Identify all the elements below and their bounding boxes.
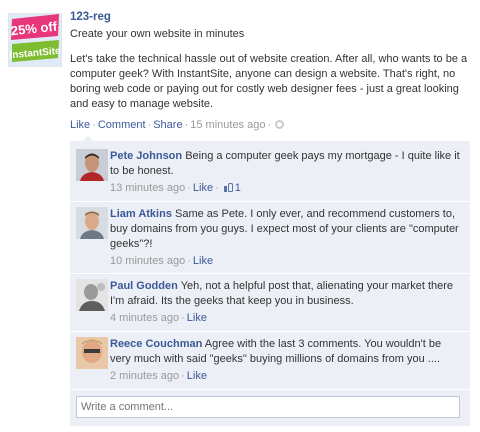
post-comment-link[interactable]: Comment	[98, 119, 146, 131]
comment-item: Pete Johnson Being a computer geek pays …	[70, 144, 470, 202]
comment-like-link[interactable]: Like	[187, 370, 207, 382]
commenter-avatar[interactable]	[76, 337, 108, 369]
separator: ·	[187, 182, 191, 194]
person-photo-icon	[76, 279, 108, 311]
comment-meta: 13 minutes ago · Like · 1	[110, 181, 462, 195]
write-comment-input[interactable]	[76, 396, 460, 418]
commenter-avatar[interactable]	[76, 149, 108, 181]
comment-like-link[interactable]: Like	[193, 255, 213, 267]
separator: ·	[187, 255, 191, 267]
commenter-avatar[interactable]	[76, 207, 108, 239]
person-photo-icon	[76, 149, 108, 181]
comment-timestamp[interactable]: 13 minutes ago	[110, 182, 185, 194]
page-avatar[interactable]: 25% off InstantSite	[8, 13, 62, 67]
comment-timestamp[interactable]: 2 minutes ago	[110, 370, 179, 382]
caret-up-icon	[83, 136, 93, 141]
post-actions: Like · Comment · Share · 15 minutes ago ·	[70, 118, 470, 132]
comment-content: Paul Godden Yeh, not a helpful post that…	[110, 279, 462, 309]
comment-item: Reece Couchman Agree with the last 3 com…	[70, 332, 470, 390]
comment-timestamp[interactable]: 4 minutes ago	[110, 312, 179, 324]
comment-content: Liam Atkins Same as Pete. I only ever, a…	[110, 207, 462, 252]
globe-icon[interactable]	[275, 120, 285, 129]
comment-timestamp[interactable]: 10 minutes ago	[110, 255, 185, 267]
commenter-name-link[interactable]: Paul Godden	[110, 280, 178, 292]
separator: ·	[215, 182, 219, 194]
person-photo-icon	[76, 207, 108, 239]
comment-like-link[interactable]: Like	[193, 182, 213, 194]
instantsite-logo: 25% off InstantSite	[9, 14, 61, 66]
like-count-link[interactable]: 1	[221, 182, 241, 194]
thumbs-up-icon	[223, 183, 234, 192]
comment-item: Liam Atkins Same as Pete. I only ever, a…	[70, 202, 470, 274]
comment-content: Reece Couchman Agree with the last 3 com…	[110, 337, 462, 367]
post-body: 123-reg Create your own website in minut…	[70, 11, 470, 132]
commenter-avatar[interactable]	[76, 279, 108, 311]
separator: ·	[267, 119, 272, 131]
commenter-name-link[interactable]: Reece Couchman	[110, 338, 202, 350]
comment-like-link[interactable]: Like	[187, 312, 207, 324]
commenter-name-link[interactable]: Liam Atkins	[110, 208, 172, 220]
comment-meta: 10 minutes ago · Like	[110, 254, 462, 268]
poster-name-link[interactable]: 123-reg	[70, 11, 470, 23]
post-message: Let's take the technical hassle out of w…	[70, 53, 468, 110]
write-comment-area	[70, 390, 470, 426]
comment-meta: 4 minutes ago · Like	[110, 311, 462, 325]
comment-content: Pete Johnson Being a computer geek pays …	[110, 149, 462, 179]
post-title: Create your own website in minutes	[70, 28, 245, 40]
like-count: 1	[234, 182, 241, 194]
comment-section: Pete Johnson Being a computer geek pays …	[70, 136, 470, 426]
person-photo-icon	[76, 337, 108, 369]
commenter-name-link[interactable]: Pete Johnson	[110, 150, 182, 162]
post-like-link[interactable]: Like	[70, 119, 90, 131]
separator: ·	[92, 119, 96, 131]
post-share-link[interactable]: Share	[153, 119, 182, 131]
comment-item: Paul Godden Yeh, not a helpful post that…	[70, 274, 470, 332]
separator: ·	[181, 370, 185, 382]
separator: ·	[181, 312, 185, 324]
comment-meta: 2 minutes ago · Like	[110, 369, 462, 383]
post-timestamp[interactable]: 15 minutes ago	[190, 119, 265, 131]
